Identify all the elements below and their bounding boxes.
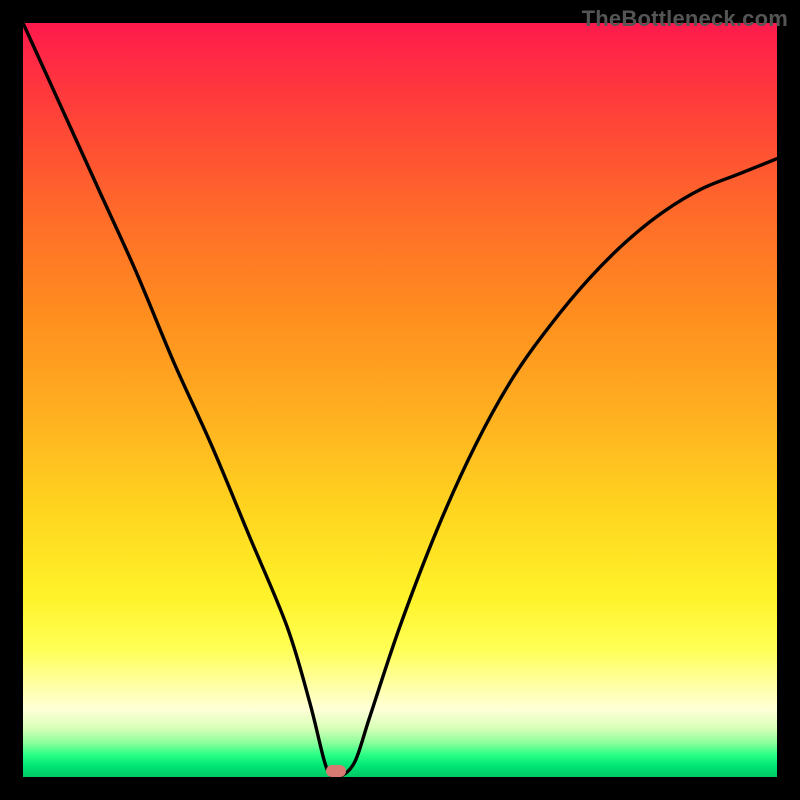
optimal-marker: [326, 765, 346, 777]
curve-svg: [23, 23, 777, 777]
bottleneck-curve-path: [23, 23, 777, 777]
plot-area: [23, 23, 777, 777]
watermark-text: TheBottleneck.com: [582, 6, 788, 32]
chart-frame: TheBottleneck.com: [0, 0, 800, 800]
